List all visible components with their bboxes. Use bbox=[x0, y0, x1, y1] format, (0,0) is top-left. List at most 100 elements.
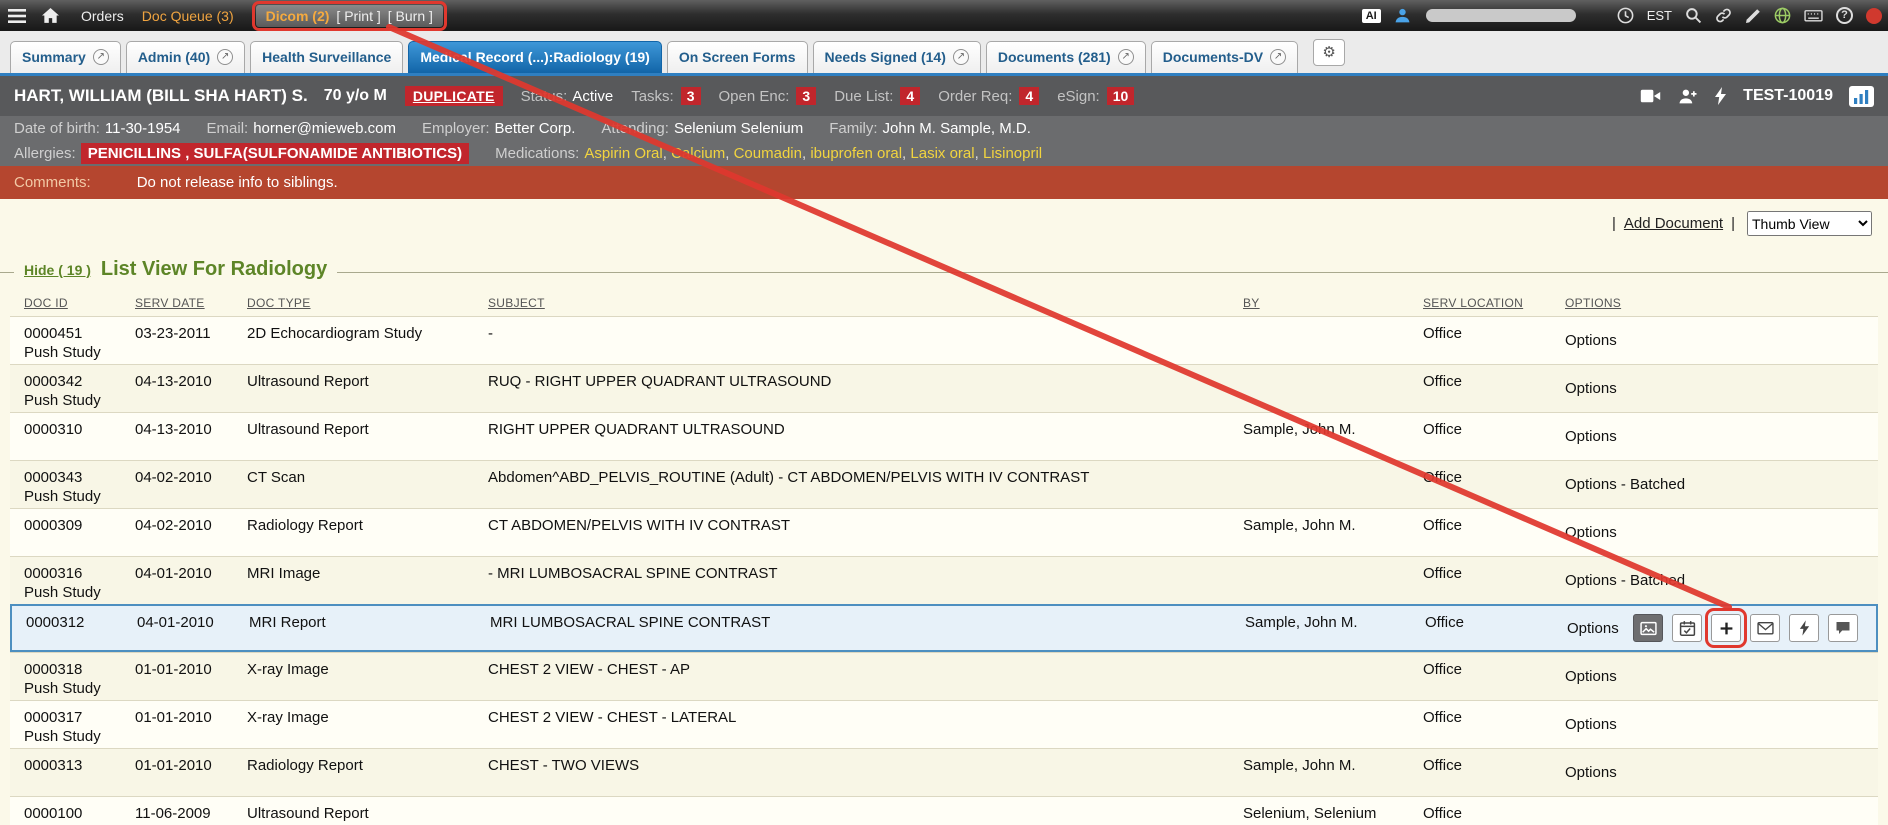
hamburger-menu-icon[interactable] bbox=[8, 9, 26, 23]
popout-icon[interactable]: ↗ bbox=[93, 49, 109, 65]
duplicate-badge[interactable]: DUPLICATE bbox=[405, 86, 503, 106]
table-row[interactable]: 0000342Push Study04-13-2010Ultrasound Re… bbox=[10, 364, 1878, 412]
options-link[interactable]: Options - Batched bbox=[1565, 475, 1685, 494]
patient-header-actions: TEST-10019 bbox=[1639, 86, 1874, 107]
options-link[interactable]: Options - Batched bbox=[1565, 571, 1685, 590]
column-header[interactable]: OPTIONS bbox=[1565, 296, 1878, 310]
tab-summary[interactable]: Summary↗ bbox=[10, 41, 121, 73]
calendar-button[interactable] bbox=[1672, 614, 1702, 642]
table-row[interactable]: 0000451Push Study03-23-20112D Echocardio… bbox=[10, 316, 1878, 364]
options-link[interactable]: Options bbox=[1565, 715, 1617, 734]
options-link[interactable]: Options bbox=[1565, 523, 1617, 542]
medication-link[interactable]: Calcium bbox=[671, 145, 725, 162]
envelope-icon bbox=[1757, 621, 1774, 635]
options-link[interactable]: Options bbox=[1565, 763, 1617, 782]
keyboard-icon[interactable] bbox=[1804, 8, 1823, 23]
burn-link[interactable]: [ Burn ] bbox=[388, 8, 433, 24]
esign-count-badge[interactable]: 10 bbox=[1107, 87, 1135, 105]
popout-icon[interactable]: ↗ bbox=[1270, 49, 1286, 65]
clock-icon[interactable] bbox=[1617, 7, 1634, 24]
allergies-badge[interactable]: PENICILLINS , SULFA(SULFONAMIDE ANTIBIOT… bbox=[81, 143, 469, 164]
print-link[interactable]: [ Print ] bbox=[336, 8, 380, 24]
envelope-button[interactable] bbox=[1750, 614, 1780, 642]
medication-link[interactable]: ibuprofen oral bbox=[810, 145, 902, 162]
table-row[interactable]: 000010011-06-2009Ultrasound ReportSeleni… bbox=[10, 796, 1878, 825]
table-row[interactable]: 0000317Push Study01-01-2010X-ray ImageCH… bbox=[10, 700, 1878, 748]
column-header[interactable]: SERV LOCATION bbox=[1423, 296, 1565, 310]
tab-settings-button[interactable]: ⚙ bbox=[1313, 39, 1345, 66]
add-document-link[interactable]: Add Document bbox=[1624, 215, 1723, 232]
medication-link[interactable]: Aspirin Oral bbox=[584, 145, 662, 162]
lightning-button[interactable] bbox=[1789, 614, 1819, 642]
tab-documents[interactable]: Documents (281)↗ bbox=[986, 41, 1146, 73]
column-header[interactable]: BY bbox=[1243, 296, 1423, 310]
options-link[interactable]: Options bbox=[1565, 379, 1617, 398]
options-link[interactable]: Options bbox=[1567, 619, 1619, 638]
add-button[interactable] bbox=[1711, 614, 1741, 642]
view-image-button[interactable] bbox=[1633, 614, 1663, 642]
person-add-icon[interactable] bbox=[1678, 88, 1698, 105]
column-header[interactable]: SERV DATE bbox=[135, 296, 247, 310]
medication-link[interactable]: Lisinopril bbox=[983, 145, 1042, 162]
tab-health-surveillance[interactable]: Health Surveillance bbox=[250, 41, 403, 73]
hide-link[interactable]: Hide ( 19 ) bbox=[24, 262, 91, 278]
push-study-link[interactable]: Push Study bbox=[24, 679, 135, 698]
tab-needs-signed[interactable]: Needs Signed (14)↗ bbox=[813, 41, 981, 73]
doc-id: 0000317 bbox=[24, 708, 135, 727]
tab-admin[interactable]: Admin (40)↗ bbox=[126, 41, 245, 73]
pen-icon[interactable] bbox=[1745, 8, 1761, 24]
link-icon[interactable] bbox=[1715, 7, 1732, 24]
thumb-view-select[interactable]: Thumb View bbox=[1747, 211, 1872, 236]
chart-stats-icon[interactable] bbox=[1849, 86, 1874, 107]
popout-icon[interactable]: ↗ bbox=[217, 49, 233, 65]
table-row[interactable]: 0000343Push Study04-02-2010CT ScanAbdome… bbox=[10, 460, 1878, 508]
person-icon[interactable] bbox=[1394, 7, 1411, 24]
video-camera-icon[interactable] bbox=[1639, 88, 1662, 104]
push-study-link[interactable]: Push Study bbox=[24, 487, 135, 506]
doc-queue-menu-item[interactable]: Doc Queue (3) bbox=[142, 8, 234, 24]
doc-id: 0000316 bbox=[24, 564, 135, 583]
open-enc-label: Open Enc: bbox=[719, 88, 790, 105]
home-icon[interactable] bbox=[42, 8, 59, 24]
column-header[interactable]: DOC TYPE bbox=[247, 296, 488, 310]
orders-menu-item[interactable]: Orders bbox=[81, 8, 124, 24]
push-study-link[interactable]: Push Study bbox=[24, 583, 135, 602]
table-row[interactable]: 0000318Push Study01-01-2010X-ray ImageCH… bbox=[10, 652, 1878, 700]
push-study-link[interactable]: Push Study bbox=[24, 391, 135, 410]
globe-icon[interactable] bbox=[1774, 7, 1791, 24]
due-list-count-badge[interactable]: 4 bbox=[900, 87, 920, 105]
table-row[interactable]: 000030904-02-2010Radiology ReportCT ABDO… bbox=[10, 508, 1878, 556]
table-row[interactable]: 000031004-13-2010Ultrasound ReportRIGHT … bbox=[10, 412, 1878, 460]
lightning-icon[interactable] bbox=[1714, 87, 1727, 105]
popout-icon[interactable]: ↗ bbox=[1118, 49, 1134, 65]
medication-link[interactable]: Coumadin bbox=[734, 145, 802, 162]
document-table-body: 0000451Push Study03-23-20112D Echocardio… bbox=[10, 316, 1878, 825]
open-enc-count-badge[interactable]: 3 bbox=[796, 87, 816, 105]
column-header[interactable]: DOC ID bbox=[24, 296, 135, 310]
help-icon[interactable]: ? bbox=[1836, 7, 1853, 24]
options-link[interactable]: Options bbox=[1565, 331, 1617, 350]
dicom-print-burn-group[interactable]: Dicom (2) [ Print ] [ Burn ] bbox=[256, 5, 443, 27]
ai-badge[interactable]: AI bbox=[1362, 9, 1381, 23]
table-row[interactable]: 000031301-01-2010Radiology ReportCHEST -… bbox=[10, 748, 1878, 796]
search-icon[interactable] bbox=[1685, 7, 1702, 24]
alert-indicator-icon[interactable] bbox=[1866, 8, 1882, 24]
push-study-link[interactable]: Push Study bbox=[24, 343, 135, 362]
email-value[interactable]: horner@mieweb.com bbox=[253, 120, 396, 137]
options-link[interactable]: Options bbox=[1565, 667, 1617, 686]
tab-medical-record-radiology[interactable]: Medical Record (...):Radiology (19) bbox=[408, 41, 661, 73]
comment-button[interactable] bbox=[1828, 614, 1858, 642]
tab-documents-dv[interactable]: Documents-DV↗ bbox=[1151, 41, 1298, 73]
chart-tab-bar: Summary↗ Admin (40)↗ Health Surveillance… bbox=[0, 31, 1888, 76]
popout-icon[interactable]: ↗ bbox=[953, 49, 969, 65]
tab-on-screen-forms[interactable]: On Screen Forms bbox=[667, 41, 808, 73]
tasks-count-badge[interactable]: 3 bbox=[681, 87, 701, 105]
table-row[interactable]: 000031204-01-2010MRI ReportMRI LUMBOSACR… bbox=[10, 604, 1878, 652]
push-study-link[interactable]: Push Study bbox=[24, 727, 135, 746]
column-header[interactable]: SUBJECT bbox=[488, 296, 1243, 310]
table-row[interactable]: 0000316Push Study04-01-2010MRI Image- MR… bbox=[10, 556, 1878, 604]
options-link[interactable]: Options bbox=[1565, 427, 1617, 446]
dicom-link[interactable]: Dicom (2) bbox=[266, 8, 330, 24]
medication-link[interactable]: Lasix oral bbox=[910, 145, 974, 162]
order-req-count-badge[interactable]: 4 bbox=[1019, 87, 1039, 105]
